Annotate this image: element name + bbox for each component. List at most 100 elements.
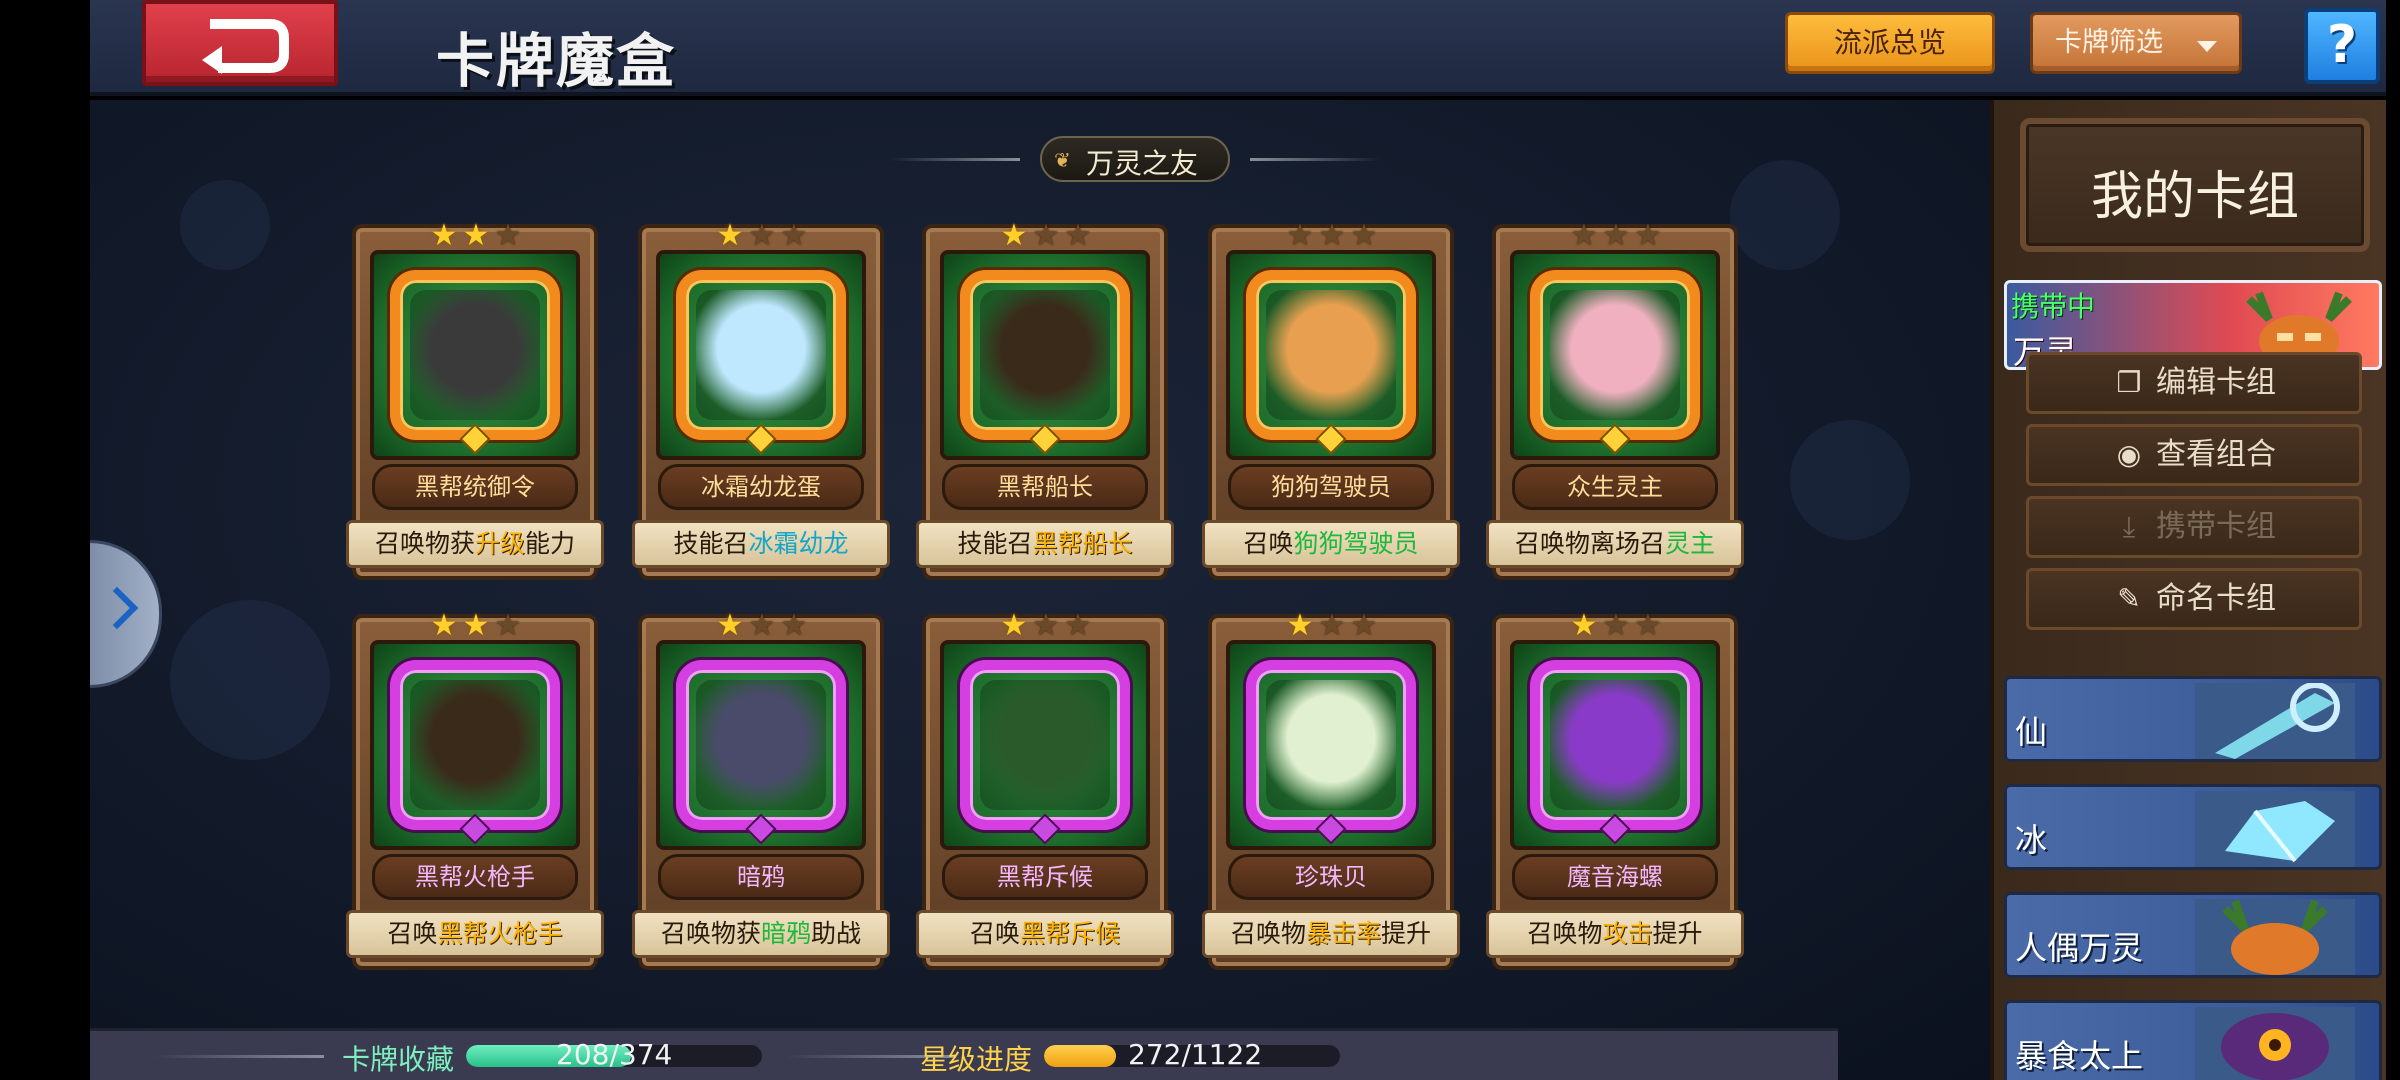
card-item[interactable]: ★ ★ ★ 黑帮统御令 召唤物获升级能力 bbox=[346, 218, 604, 580]
deck-list-item[interactable]: 冰 bbox=[2004, 784, 2382, 870]
collection-value: 208/374 bbox=[556, 1038, 673, 1071]
card-description-text: 能力 bbox=[525, 529, 576, 558]
card-description-highlight: 灵主 bbox=[1665, 529, 1716, 558]
card-description-highlight: 暗鸦 bbox=[760, 919, 811, 948]
star-icon: ★ bbox=[1602, 218, 1630, 253]
card-star-rating: ★ ★ ★ bbox=[1272, 218, 1392, 254]
card-filter-dropdown[interactable]: 卡牌筛选 bbox=[2030, 12, 2242, 74]
card-item[interactable]: ★ ★ ★ 狗狗驾驶员 召唤狗狗驾驶员 bbox=[1202, 218, 1460, 580]
card-item[interactable]: ★ ★ ★ 众生灵主 召唤物离场召灵主 bbox=[1486, 218, 1744, 580]
antler-icon: ❦ bbox=[1054, 148, 1071, 172]
card-portrait-icon bbox=[1266, 680, 1396, 810]
carrying-tag: 携带中 bbox=[2011, 290, 2096, 323]
view-combo-button[interactable]: ◉ 查看组合 bbox=[2026, 424, 2362, 486]
copy-icon: ❐ bbox=[2116, 366, 2142, 399]
deck-list-item[interactable]: 人偶万灵 bbox=[2004, 892, 2382, 978]
card-description-highlight: 升级 bbox=[474, 529, 525, 558]
deck-list-item[interactable]: 暴食太上 bbox=[2004, 1000, 2382, 1080]
deer-icon bbox=[2195, 899, 2355, 975]
card-portrait-icon bbox=[980, 680, 1110, 810]
star-progress-fill bbox=[1044, 1045, 1116, 1067]
star-icon: ★ bbox=[1318, 608, 1346, 643]
section-title: 万灵之友 bbox=[1086, 147, 1199, 180]
background-decoration bbox=[1730, 160, 1840, 270]
card-item[interactable]: ★ ★ ★ 魔音海螺 召唤物攻击提升 bbox=[1486, 608, 1744, 970]
card-description-text: 召唤物 bbox=[1527, 919, 1603, 948]
card-name: 黑帮统御令 bbox=[372, 464, 578, 510]
card-portrait-icon bbox=[1266, 290, 1396, 420]
divider bbox=[1250, 158, 1380, 161]
card-item[interactable]: ★ ★ ★ 暗鸦 召唤物获暗鸦助战 bbox=[632, 608, 890, 970]
section-header: ❦ 万灵之友 bbox=[890, 136, 1380, 182]
star-icon: ★ bbox=[462, 218, 490, 253]
card-description-highlight: 冰霜幼龙 bbox=[748, 529, 849, 558]
card-star-rating: ★ ★ ★ bbox=[1556, 218, 1676, 254]
my-deck-title-plate: 我的卡组 bbox=[2020, 118, 2370, 252]
star-icon: ★ bbox=[780, 218, 808, 253]
card-description-highlight: 黑帮船长 bbox=[1032, 529, 1133, 558]
star-icon: ★ bbox=[1286, 608, 1314, 643]
card-portrait-icon bbox=[696, 680, 826, 810]
card-description-highlight: 狗狗驾驶员 bbox=[1293, 529, 1419, 558]
card-description: 召唤物暴击率提升 bbox=[1202, 910, 1460, 958]
edit-deck-button[interactable]: ❐ 编辑卡组 bbox=[2026, 352, 2362, 414]
star-icon: ★ bbox=[494, 218, 522, 253]
card-description-text: 召唤 bbox=[387, 919, 438, 948]
top-bar: 卡牌魔盒 流派总览 卡牌筛选 ? bbox=[90, 0, 2386, 96]
card-description: 召唤物攻击提升 bbox=[1486, 910, 1744, 958]
my-deck-title: 我的卡组 bbox=[2090, 167, 2299, 227]
star-icon: ★ bbox=[748, 218, 776, 253]
star-icon: ★ bbox=[494, 608, 522, 643]
card-name: 魔音海螺 bbox=[1512, 854, 1718, 900]
card-description-highlight: 暴击率 bbox=[1305, 919, 1381, 948]
card-item[interactable]: ★ ★ ★ 冰霜幼龙蛋 技能召冰霜幼龙 bbox=[632, 218, 890, 580]
card-item[interactable]: ★ ★ ★ 黑帮船长 技能召黑帮船长 bbox=[916, 218, 1174, 580]
star-icon: ★ bbox=[780, 608, 808, 643]
card-star-rating: ★ ★ ★ bbox=[416, 608, 536, 644]
card-description-text: 召唤 bbox=[969, 919, 1020, 948]
star-icon: ★ bbox=[1350, 608, 1378, 643]
carry-deck-button[interactable]: ⤓ 携带卡组 bbox=[2026, 496, 2362, 558]
star-icon: ★ bbox=[716, 218, 744, 253]
edit-deck-label: 编辑卡组 bbox=[2156, 365, 2276, 400]
card-description-highlight: 攻击 bbox=[1602, 919, 1653, 948]
deck-list-item[interactable]: 仙 bbox=[2004, 676, 2382, 762]
card-description: 召唤黑帮斥候 bbox=[916, 910, 1174, 958]
card-item[interactable]: ★ ★ ★ 黑帮斥候 召唤黑帮斥候 bbox=[916, 608, 1174, 970]
eye-icon: ◉ bbox=[2116, 438, 2142, 471]
divider bbox=[154, 1055, 324, 1058]
card-portrait-icon bbox=[980, 290, 1110, 420]
star-icon: ★ bbox=[716, 608, 744, 643]
download-icon: ⤓ bbox=[2122, 510, 2136, 543]
card-item[interactable]: ★ ★ ★ 珍珠贝 召唤物暴击率提升 bbox=[1202, 608, 1460, 970]
section-title-plate: ❦ 万灵之友 bbox=[1040, 136, 1230, 182]
collection-label: 卡牌收藏 bbox=[342, 1043, 455, 1076]
chevron-down-icon bbox=[2197, 41, 2217, 52]
card-description: 召唤物离场召灵主 bbox=[1486, 520, 1744, 568]
card-star-rating: ★ ★ ★ bbox=[702, 218, 822, 254]
card-description: 技能召冰霜幼龙 bbox=[632, 520, 890, 568]
card-name: 黑帮船长 bbox=[942, 464, 1148, 510]
card-item[interactable]: ★ ★ ★ 黑帮火枪手 召唤黑帮火枪手 bbox=[346, 608, 604, 970]
rename-deck-button[interactable]: ✎ 命名卡组 bbox=[2026, 568, 2362, 630]
card-name: 珍珠贝 bbox=[1228, 854, 1434, 900]
screen-edge-right bbox=[2386, 0, 2400, 1080]
card-portrait-icon bbox=[1550, 290, 1680, 420]
card-description-text: 召唤物 bbox=[1230, 919, 1306, 948]
card-description-highlight: 黑帮斥候 bbox=[1020, 919, 1121, 948]
card-name: 狗狗驾驶员 bbox=[1228, 464, 1434, 510]
deck-name: 暴食太上 bbox=[2015, 1037, 2144, 1075]
view-combo-label: 查看组合 bbox=[2156, 437, 2276, 472]
star-icon: ★ bbox=[1032, 218, 1060, 253]
card-description: 召唤黑帮火枪手 bbox=[346, 910, 604, 958]
help-button[interactable]: ? bbox=[2304, 8, 2380, 84]
genre-overview-button[interactable]: 流派总览 bbox=[1785, 12, 1995, 74]
back-button[interactable] bbox=[142, 0, 338, 86]
card-description-highlight: 黑帮火枪手 bbox=[437, 919, 563, 948]
star-icon: ★ bbox=[1318, 218, 1346, 253]
star-icon: ★ bbox=[1602, 608, 1630, 643]
my-deck-panel: 我的卡组 携带中 万灵 ❐编辑卡组 ◉查看组合 ⤓携带卡组 ✎命名卡组 bbox=[1990, 100, 2386, 1080]
card-description: 技能召黑帮船长 bbox=[916, 520, 1174, 568]
star-icon: ★ bbox=[430, 218, 458, 253]
star-icon: ★ bbox=[1064, 608, 1092, 643]
